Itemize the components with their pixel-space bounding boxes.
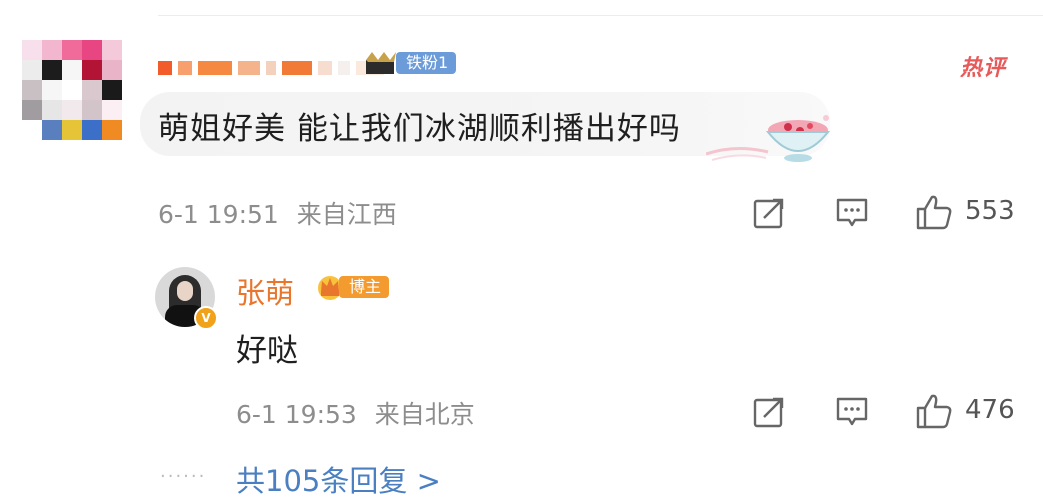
top-divider — [158, 15, 1043, 16]
host-badge: 博主 — [315, 272, 390, 302]
crown-icon — [366, 52, 396, 74]
reply-text: 好哒 — [236, 333, 298, 369]
comment-meta: 6-1 19:51 来自江西 — [158, 195, 397, 231]
commenter-name-redacted[interactable] — [158, 59, 384, 77]
comment-like-count: 553 — [965, 196, 1015, 226]
reply-time: 6-1 19:53 — [236, 400, 357, 429]
like-icon[interactable] — [915, 193, 953, 231]
host-badge-label: 博主 — [339, 276, 390, 298]
commenter-avatar[interactable] — [22, 40, 122, 140]
comment-icon[interactable] — [835, 395, 869, 429]
hot-comment-tag: 热评 — [960, 56, 1007, 81]
reply-meta: 6-1 19:53 来自北京 — [236, 395, 475, 431]
share-icon[interactable] — [752, 395, 786, 429]
fan-badge-label: 铁粉1 — [396, 52, 457, 74]
reply-like-count: 476 — [965, 395, 1015, 425]
more-replies-link[interactable]: 共105条回复 > — [236, 458, 441, 500]
verified-icon: V — [194, 306, 218, 330]
comment-text: 萌姐好美 能让我们冰湖顺利播出好吗 — [158, 111, 681, 147]
reply-author-name[interactable]: 张萌 — [236, 270, 294, 312]
bowl-sticker-icon — [706, 115, 831, 162]
share-icon[interactable] — [752, 196, 786, 230]
comment-time: 6-1 19:51 — [158, 200, 279, 229]
fan-level-badge: 铁粉1 — [364, 50, 457, 76]
comment-icon[interactable] — [835, 196, 869, 230]
like-icon[interactable] — [915, 392, 953, 430]
reply-location: 来自北京 — [374, 400, 475, 429]
comment-location: 来自江西 — [296, 200, 397, 229]
